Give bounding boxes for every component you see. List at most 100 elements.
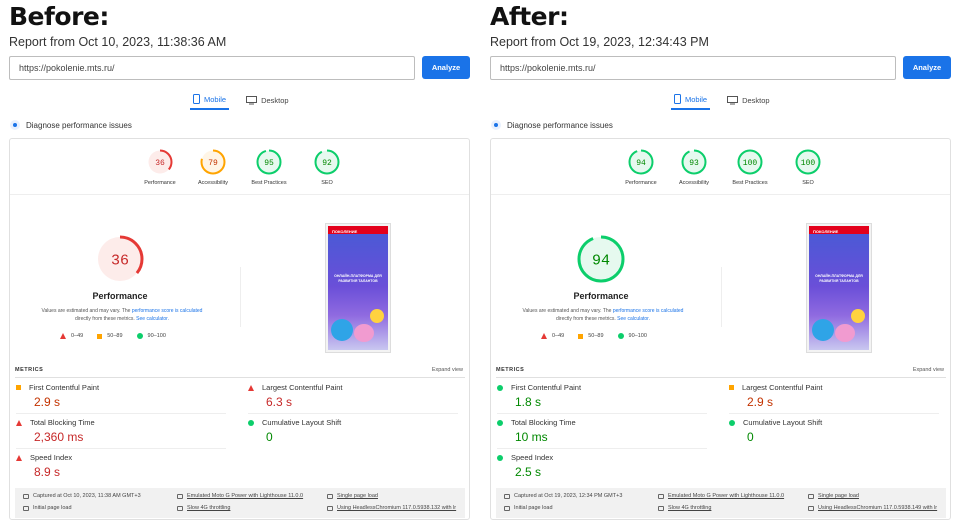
metric-value: 0 — [747, 430, 754, 444]
divider — [10, 194, 469, 195]
score-gauges: 36 Performance 79 Accessibility 95 Best Pra… — [130, 149, 350, 193]
gauge-label: Performance — [625, 180, 657, 186]
footer-captured: Captured at Oct 19, 2023, 12:34 PM GMT+3 — [504, 493, 622, 499]
metric-label: Total Blocking Time — [30, 418, 95, 427]
metric-value: 2,360 ms — [34, 430, 84, 444]
triangle-icon — [60, 333, 66, 339]
panel-heading: Before: — [9, 2, 109, 31]
panel-heading: After: — [490, 2, 569, 31]
footer-device[interactable]: Emulated Moto G Power with Lighthouse 11… — [658, 493, 784, 499]
see-calculator-link[interactable]: See calculator. — [617, 316, 650, 322]
see-calculator-link[interactable]: See calculator. — [136, 316, 169, 322]
footer-text: Single page load — [337, 493, 378, 499]
metric-tbt: Total Blocking Time 10 ms — [497, 418, 707, 444]
desktop-icon — [246, 95, 258, 104]
estimate-note: Values are estimated and may vary. The p… — [503, 307, 703, 323]
estimate-text-2: directly from these metrics. — [556, 316, 618, 322]
footer-initial: Initial page load — [504, 505, 553, 511]
triangle-icon — [16, 454, 22, 461]
score-legend: 0–49 50–89 90–100 — [60, 333, 166, 339]
tab-desktop[interactable]: Desktop — [243, 90, 292, 110]
legend-average: 50–89 — [578, 333, 604, 339]
legend-label: 50–89 — [107, 333, 123, 339]
score-calculated-link[interactable]: performance score is calculated — [613, 308, 684, 314]
metric-value: 2.5 s — [515, 465, 542, 479]
analyze-button[interactable]: Analyze — [422, 56, 470, 79]
score-calculated-link[interactable]: performance score is calculated — [132, 308, 203, 314]
expand-view-toggle[interactable]: Expand view — [432, 367, 463, 373]
analyze-button[interactable]: Analyze — [903, 56, 951, 79]
device-icon — [658, 493, 664, 499]
footer-throttle[interactable]: Slow 4G throttling — [658, 505, 711, 511]
legend-label: 0–49 — [552, 333, 565, 339]
metric-name: Total Blocking Time — [16, 418, 226, 427]
legend-average: 50–89 — [97, 333, 123, 339]
gauge-score: 36 — [155, 159, 165, 168]
score-gauge-best-practices[interactable]: 100 Best Practices — [720, 149, 780, 186]
gauge-score: 94 — [636, 159, 646, 168]
estimate-text-2: directly from these metrics. — [75, 316, 137, 322]
score-gauge-accessibility[interactable]: 93 Accessibility — [664, 149, 724, 186]
metric-value: 2.9 s — [747, 395, 774, 409]
diagnose-label: Diagnose performance issues — [507, 120, 613, 130]
diagnose-icon — [10, 120, 20, 130]
legend-label: 50–89 — [588, 333, 604, 339]
score-gauge-performance[interactable]: 36 Performance — [130, 149, 190, 186]
metric-value: 6.3 s — [266, 395, 293, 409]
circle-icon — [497, 384, 503, 391]
footer-session[interactable]: Single page load — [808, 493, 859, 499]
tab-desktop[interactable]: Desktop — [724, 90, 773, 110]
screenshot-character — [812, 319, 834, 341]
divider — [491, 194, 950, 195]
metric-value: 0 — [266, 430, 273, 444]
metrics-heading: METRICS — [496, 367, 525, 373]
gauge-score: 79 — [208, 159, 218, 168]
vertical-divider — [240, 267, 241, 327]
estimate-text: Values are estimated and may vary. The — [522, 308, 613, 314]
metric-lcp: Largest Contentful Paint 6.3 s — [248, 383, 458, 409]
chrome-icon — [327, 505, 333, 511]
diagnose-icon — [491, 120, 501, 130]
tab-mobile[interactable]: Mobile — [671, 90, 711, 110]
screenshot-character — [370, 309, 384, 323]
page-screenshot: ПОКОЛЕНИЕ ОНЛАЙН-ПЛАТФОРМА ДЛЯ РАЗВИТИЯ … — [806, 223, 872, 353]
gauge-score: 94 — [592, 252, 610, 269]
url-input[interactable]: https://pokolenie.mts.ru/ — [9, 56, 415, 80]
session-icon — [327, 493, 333, 499]
performance-big-gauge: 36 — [96, 235, 144, 283]
report-date: Report from Oct 19, 2023, 12:34:43 PM — [490, 35, 709, 49]
score-gauge-seo[interactable]: 100 SEO — [778, 149, 838, 186]
score-gauge-accessibility[interactable]: 79 Accessibility — [183, 149, 243, 186]
mobile-icon — [193, 94, 200, 104]
circle-icon — [136, 333, 143, 339]
tab-mobile[interactable]: Mobile — [190, 90, 230, 110]
clock-icon — [504, 505, 510, 511]
gauge-ring: 100 — [795, 149, 821, 175]
metric-divider — [497, 413, 707, 414]
gauge-score: 92 — [322, 159, 332, 168]
footer-text: Emulated Moto G Power with Lighthouse 11… — [187, 493, 304, 499]
footer-session[interactable]: Single page load — [327, 493, 378, 499]
footer-text: Slow 4G throttling — [668, 505, 712, 511]
footer-device[interactable]: Emulated Moto G Power with Lighthouse 11… — [177, 493, 303, 499]
footer-throttle[interactable]: Slow 4G throttling — [177, 505, 230, 511]
metric-name: Speed Index — [16, 453, 226, 462]
expand-view-toggle[interactable]: Expand view — [913, 367, 944, 373]
footer-text: Initial page load — [514, 505, 553, 511]
gauge-score: 100 — [743, 159, 758, 168]
footer-browser[interactable]: Using HeadlessChromium 117.0.5938.149 wi… — [808, 505, 937, 511]
wifi-icon — [177, 505, 183, 511]
score-gauge-best-practices[interactable]: 95 Best Practices — [239, 149, 299, 186]
circle-icon — [497, 419, 503, 426]
circle-icon — [617, 333, 624, 339]
metric-fcp: First Contentful Paint 2.9 s — [16, 383, 226, 409]
url-input[interactable]: https://pokolenie.mts.ru/ — [490, 56, 896, 80]
score-gauge-performance[interactable]: 94 Performance — [611, 149, 671, 186]
footer-text: Using HeadlessChromium 117.0.5938.132 wi… — [337, 505, 457, 511]
diagnose-header: Diagnose performance issues — [10, 120, 132, 130]
gauge-label: Best Practices — [732, 180, 768, 186]
footer-browser[interactable]: Using HeadlessChromium 117.0.5938.132 wi… — [327, 505, 456, 511]
score-gauge-seo[interactable]: 92 SEO — [297, 149, 357, 186]
square-icon — [16, 385, 21, 390]
gauge-score: 93 — [689, 159, 699, 168]
